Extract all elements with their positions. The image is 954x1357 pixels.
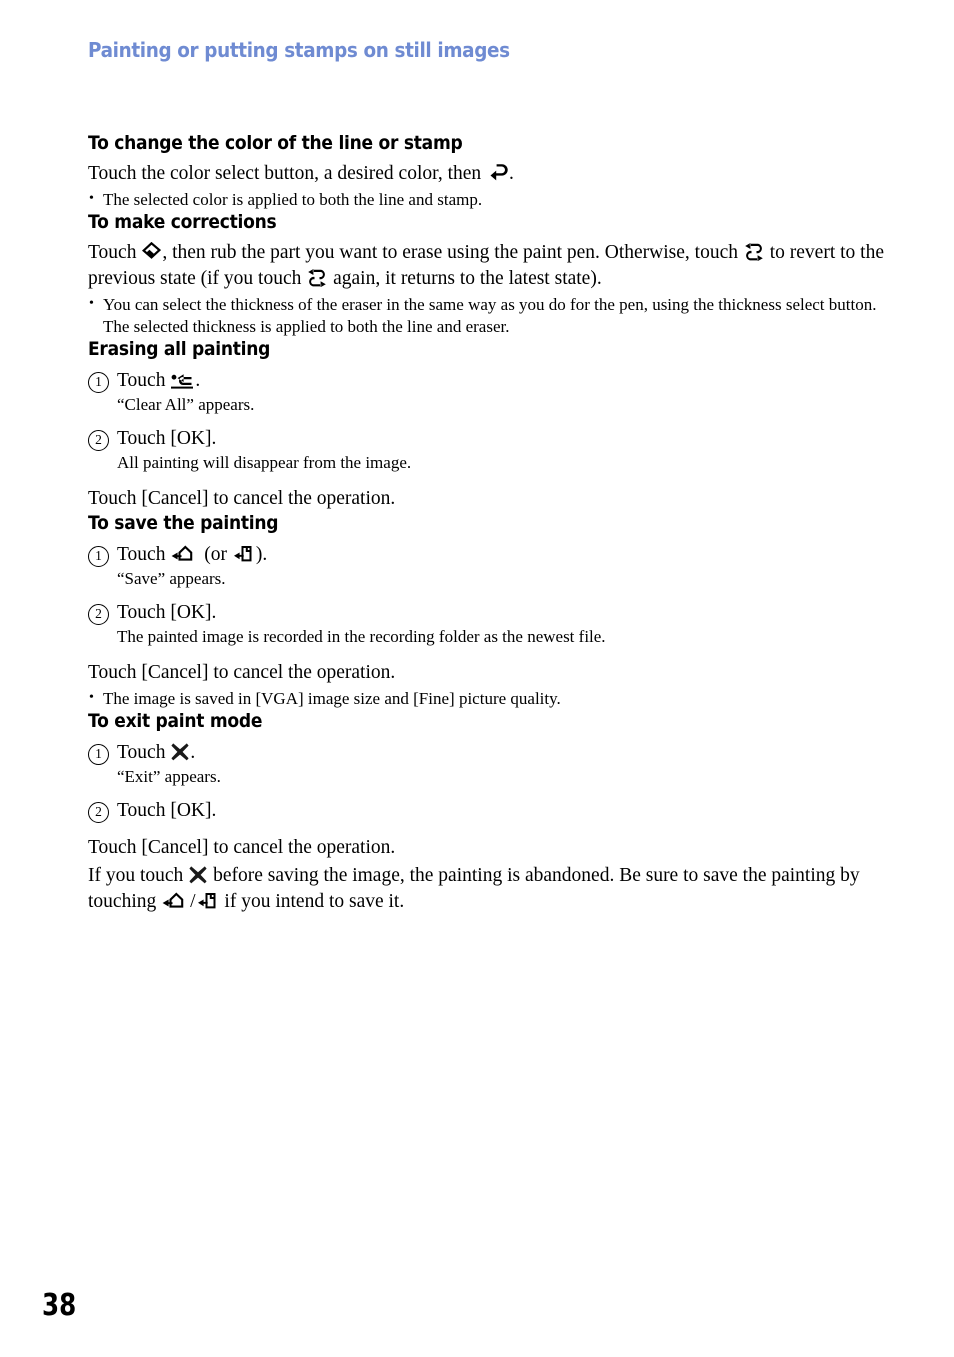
step-number: 2 <box>88 802 109 823</box>
step-text: Touch [OK]. The painted image is recorde… <box>117 600 606 648</box>
text-run: again, it returns to the latest state). <box>328 268 602 289</box>
step-item: 2 Touch [OK]. <box>88 798 888 823</box>
final-warning-paragraph: If you touch before saving the image, th… <box>88 863 888 915</box>
text-run: . <box>190 742 196 763</box>
step-number: 1 <box>88 372 109 393</box>
save-card-icon <box>197 892 219 910</box>
eraser-icon <box>142 242 162 261</box>
text-run: , then rub the part you want to erase us… <box>162 242 743 263</box>
text-run: If you touch <box>88 865 189 886</box>
step-number: 1 <box>88 744 109 765</box>
undo-redo-icon <box>307 269 327 287</box>
cancel-note-exit-paint-mode: Touch [Cancel] to cancel the operation. <box>88 837 396 858</box>
page-content: To change the color of the line or stamp… <box>88 132 888 915</box>
step-text: Touch . “Clear All” appears. <box>117 368 254 416</box>
text-run: Touch [OK]. <box>117 800 217 821</box>
cancel-note-erasing-all: Touch [Cancel] to cancel the operation. <box>88 488 396 509</box>
text-run: Touch <box>117 544 171 565</box>
step-number: 2 <box>88 430 109 451</box>
step-number: 1 <box>88 546 109 567</box>
step-text: Touch [OK]. <box>117 798 216 823</box>
step-subtext: “Clear All” appears. <box>117 395 255 414</box>
bullet-item: You can select the thickness of the eras… <box>88 293 888 338</box>
text-run: Touch <box>88 242 142 263</box>
step-text: Touch (or ). “Save” appears. <box>117 542 267 590</box>
step-subtext: “Save” appears. <box>117 569 226 588</box>
text-run: (or <box>199 544 232 565</box>
cancel-note-save-painting: Touch [Cancel] to cancel the operation. <box>88 662 396 683</box>
bullet-list-save-painting: The image is saved in [VGA] image size a… <box>88 687 888 710</box>
exit-cross-icon <box>189 866 207 884</box>
page-number: 38 <box>42 1288 77 1323</box>
section-heading-erasing-all: Erasing all painting <box>88 338 271 360</box>
text-run: Touch the color select button, a desired… <box>88 163 487 184</box>
undo-redo-icon <box>744 243 764 261</box>
step-subtext: All painting will disappear from the ima… <box>117 453 412 472</box>
text-run: Touch <box>117 742 171 763</box>
text-run: . <box>195 370 201 391</box>
step-item: 1 Touch (or ). “Save” appears. <box>88 542 888 590</box>
text-run: Touch <box>117 370 171 391</box>
text-run: . <box>509 163 514 184</box>
text-run: Touch [OK]. <box>117 602 217 623</box>
bullet-list-make-corrections: You can select the thickness of the eras… <box>88 293 888 338</box>
running-header-title: Painting or putting stamps on still imag… <box>88 38 510 62</box>
save-folder-icon <box>171 545 198 563</box>
step-text: Touch [OK]. All painting will disappear … <box>117 426 411 474</box>
section-heading-save-painting: To save the painting <box>88 512 279 534</box>
section-heading-make-corrections: To make corrections <box>88 211 277 233</box>
bullet-list-change-color: The selected color is applied to both th… <box>88 188 888 211</box>
text-run: ). <box>255 544 268 565</box>
step-item: 2 Touch [OK]. The painted image is recor… <box>88 600 888 648</box>
section-heading-exit-paint-mode: To exit paint mode <box>88 710 263 732</box>
section-heading-change-color: To change the color of the line or stamp <box>88 132 463 154</box>
exit-cross-icon <box>171 743 189 761</box>
bullet-item: The selected color is applied to both th… <box>88 188 888 211</box>
bullet-item: The image is saved in [VGA] image size a… <box>88 687 888 710</box>
paragraph-make-corrections: Touch , then rub the part you want to er… <box>88 240 888 292</box>
step-number: 2 <box>88 604 109 625</box>
paragraph-change-color: Touch the color select button, a desired… <box>88 161 888 187</box>
step-item: 1 Touch . “Clear All” appears. <box>88 368 888 416</box>
text-run: if you intend to save it. <box>219 891 405 912</box>
save-folder-icon <box>162 892 189 910</box>
return-arrow-icon <box>487 164 508 182</box>
text-run: Touch [OK]. <box>117 428 217 449</box>
text-run: / <box>190 891 196 912</box>
step-text: Touch . “Exit” appears. <box>117 740 221 788</box>
step-item: 2 Touch [OK]. All painting will disappea… <box>88 426 888 474</box>
step-subtext: “Exit” appears. <box>117 767 221 786</box>
save-card-icon <box>233 545 255 563</box>
clear-all-icon <box>171 373 194 389</box>
step-subtext: The painted image is recorded in the rec… <box>117 627 606 646</box>
step-item: 1 Touch . “Exit” appears. <box>88 740 888 788</box>
